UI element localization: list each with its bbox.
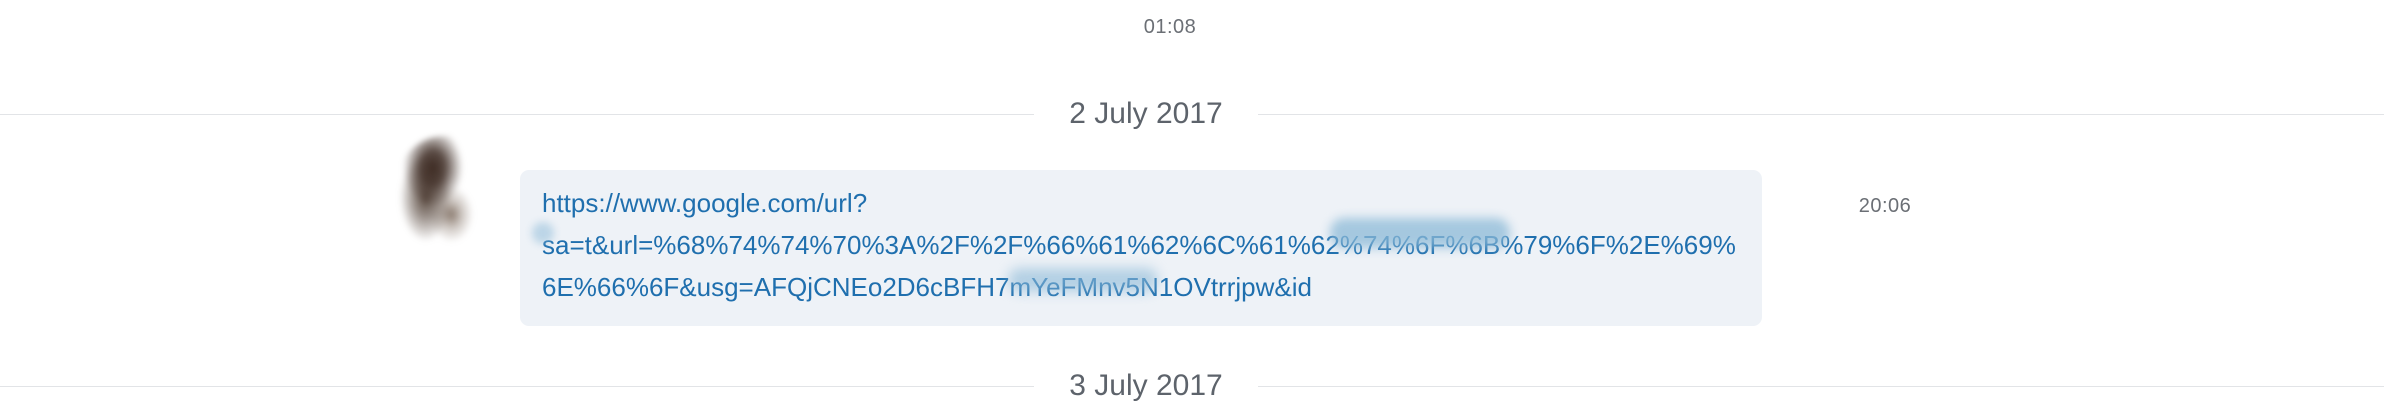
message-timestamp: 20:06 [1858,195,1912,217]
date-label: 2 July 2017 [1069,97,1223,130]
redaction-blur [1330,218,1510,248]
message-bubble: https://www.google.com/url? sa=t&url=%68… [520,170,1762,326]
avatar[interactable] [398,136,490,248]
divider-line [0,386,1034,387]
redaction-blur [532,222,554,244]
divider-line [0,114,1034,115]
divider-line [1258,386,2384,387]
divider-line [1258,114,2384,115]
date-separator: 3 July 2017 [0,366,2384,406]
timestamp-top: 01:08 [1143,16,1197,38]
date-separator: 2 July 2017 [0,94,2384,134]
redaction-blur [1008,268,1158,292]
date-label: 3 July 2017 [1069,369,1223,402]
